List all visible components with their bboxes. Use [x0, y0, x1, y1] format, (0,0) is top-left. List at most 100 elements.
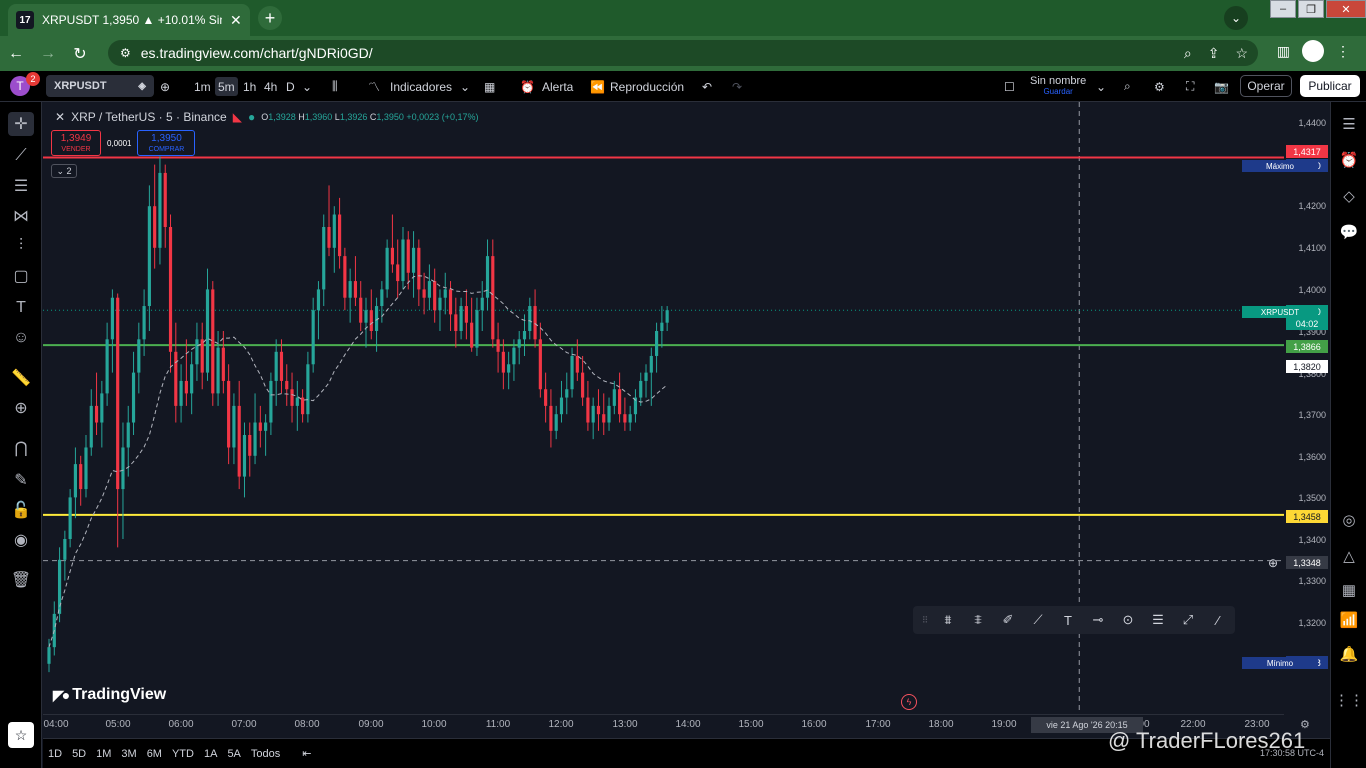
range-button[interactable]: 1M	[91, 748, 116, 760]
lock-icon[interactable]: 🔓	[8, 498, 34, 522]
close-window-icon[interactable]: ✕	[1326, 0, 1366, 18]
chat-icon[interactable]: 💬	[1337, 220, 1361, 244]
replay-icon[interactable]: ⏪	[590, 77, 605, 96]
layers-icon[interactable]: ◇	[1337, 184, 1361, 208]
text-tool-icon[interactable]: T	[8, 296, 34, 320]
symbol-diamond-icon[interactable]: ◈	[138, 81, 146, 92]
lock-drawing-icon[interactable]: ✎	[8, 468, 34, 492]
zoom-in-icon[interactable]: ⊕	[8, 396, 34, 420]
interval-5m[interactable]: 5m	[215, 77, 238, 96]
range-button[interactable]: 1A	[199, 748, 222, 760]
range-button[interactable]: 3M	[116, 748, 141, 760]
interval-1m[interactable]: 1m	[194, 77, 211, 96]
omnibox[interactable]: ⚙ es.tradingview.com/chart/gNDRi0GD/ ⌕ ⇪…	[108, 40, 1258, 66]
share-icon[interactable]: ⇪	[1208, 45, 1220, 62]
settings-gear-icon[interactable]: ⚙	[1154, 77, 1165, 96]
fullscreen-icon[interactable]: ⛶	[1186, 77, 1194, 96]
symbol-search[interactable]: XRPUSDT ◈	[46, 75, 154, 97]
brush-icon[interactable]: ✐	[993, 612, 1023, 628]
short-position-icon[interactable]: ⩨	[963, 612, 993, 628]
candle-type-icon[interactable]: ⫼	[332, 77, 338, 96]
layout-name[interactable]: Sin nombre Guardar	[1030, 75, 1086, 96]
circle-tool-icon[interactable]: ⊙	[1113, 612, 1143, 628]
reload-icon[interactable]: ↻	[64, 44, 96, 64]
ray-icon[interactable]: ⤢	[1173, 612, 1203, 628]
parallel-channel-icon[interactable]: ☰	[1143, 612, 1173, 628]
indicators-button[interactable]: Indicadores	[390, 77, 452, 96]
drag-grip-icon[interactable]: ⠿	[917, 615, 933, 626]
tab-search-chevron-icon[interactable]: ⌄	[1224, 6, 1248, 30]
site-info-icon[interactable]: ⚙	[120, 46, 131, 60]
layout-dropdown-icon[interactable]: ⌄	[1096, 77, 1106, 96]
range-button[interactable]: 6M	[142, 748, 167, 760]
range-button[interactable]: Todos	[246, 748, 285, 760]
apps-grid-icon[interactable]: ⋮⋮	[1334, 688, 1364, 712]
redo-icon[interactable]: ↷	[732, 77, 742, 96]
path-icon[interactable]: ⟋	[1023, 612, 1053, 628]
favorites-star-icon[interactable]: ☆	[8, 722, 34, 748]
buy-button[interactable]: 1,3950 COMPRAR	[137, 130, 196, 156]
goto-date-icon[interactable]: ⇤	[297, 747, 316, 760]
pyramid-icon[interactable]: △	[1337, 544, 1361, 568]
event-bolt-icon[interactable]: ϟ	[901, 694, 917, 710]
browser-menu-icon[interactable]: ⋮	[1336, 43, 1350, 60]
interval-d[interactable]: D	[286, 77, 295, 96]
price-axis[interactable]: 1,44001,43001,42001,41001,40001,39001,38…	[1284, 102, 1330, 738]
time-axis[interactable]: 23:0022:0020:0019:0018:0017:0016:0015:00…	[43, 714, 1284, 736]
interval-1h[interactable]: 1h	[243, 77, 256, 96]
long-position-icon[interactable]: ⩩	[933, 612, 963, 628]
range-button[interactable]: 5D	[67, 748, 91, 760]
layouts-grid-icon[interactable]: ▦	[484, 77, 495, 96]
notifications-bell-icon[interactable]: 🔔	[1337, 642, 1361, 666]
feed-icon[interactable]: 📶	[1337, 608, 1361, 632]
line-icon[interactable]: ⁄	[1203, 613, 1233, 628]
ruler-icon[interactable]: 📏	[8, 366, 34, 390]
fib-retracement-icon[interactable]: ☰	[8, 174, 34, 198]
trade-button[interactable]: Operar	[1240, 75, 1292, 97]
visibility-eye-icon[interactable]: ◉	[8, 528, 34, 552]
browser-tab[interactable]: 17 XRPUSDT 1,3950 ▲ +10.01% Sin ✕	[8, 4, 250, 36]
legend-close-icon[interactable]: ✕	[55, 110, 65, 124]
undo-icon[interactable]: ↶	[702, 77, 712, 96]
range-button[interactable]: 1D	[43, 748, 67, 760]
interval-4h[interactable]: 4h	[264, 77, 277, 96]
crosshair-icon[interactable]: ✛	[8, 112, 34, 136]
alert-icon[interactable]: ⏰	[520, 77, 535, 96]
range-button[interactable]: 5A	[222, 748, 245, 760]
interval-dropdown-icon[interactable]: ⌄	[302, 77, 312, 96]
tab-close-icon[interactable]: ✕	[230, 12, 242, 29]
range-button[interactable]: YTD	[167, 748, 199, 760]
watchlist-icon[interactable]: ☰	[1337, 112, 1361, 136]
replay-button[interactable]: Reproducción	[610, 77, 684, 96]
target-icon[interactable]: ◎	[1337, 508, 1361, 532]
patterns-icon[interactable]: ⋈	[8, 204, 34, 228]
chart-pane[interactable]: ✕ XRP / TetherUS · 5 · Binance ◣ ● O1,39…	[43, 102, 1330, 738]
minimize-icon[interactable]: –	[1270, 0, 1296, 18]
alerts-clock-icon[interactable]: ⏰	[1337, 148, 1361, 172]
sell-button[interactable]: 1,3949 VENDER	[51, 130, 101, 156]
back-arrow-icon[interactable]: ←	[0, 45, 32, 63]
snapshot-camera-icon[interactable]: 📷	[1214, 77, 1229, 96]
trash-icon[interactable]: 🗑	[8, 568, 34, 592]
forward-arrow-icon[interactable]: →	[32, 45, 64, 63]
add-alert-plus-icon[interactable]: ⊕	[1268, 556, 1278, 570]
bookmark-star-icon[interactable]: ☆	[1235, 45, 1248, 62]
horizontal-ray-icon[interactable]: ⊸	[1083, 612, 1113, 628]
maximize-icon[interactable]: ❐	[1298, 0, 1324, 18]
indicators-dropdown-icon[interactable]: ⌄	[460, 77, 470, 96]
shapes-icon[interactable]: ▢	[8, 264, 34, 288]
indicators-collapse-button[interactable]: ⌄ 2	[51, 164, 77, 178]
trend-line-icon[interactable]: ⟋	[8, 144, 34, 168]
indicators-icon[interactable]: 〽	[368, 77, 380, 96]
profile-avatar[interactable]	[1302, 40, 1324, 62]
zoom-icon[interactable]: ⌕	[1184, 45, 1192, 62]
prediction-icon[interactable]: ⫶	[8, 234, 34, 258]
compare-add-icon[interactable]: ⊕	[160, 77, 170, 96]
text-icon[interactable]: T	[1053, 613, 1083, 628]
publish-button[interactable]: Publicar	[1300, 75, 1360, 97]
alert-button[interactable]: Alerta	[542, 77, 573, 96]
calendar-icon[interactable]: ▦	[1337, 578, 1361, 602]
magnet-icon[interactable]: ⋂	[8, 436, 34, 460]
new-tab-button[interactable]: +	[258, 6, 282, 30]
side-panel-icon[interactable]: ▥	[1277, 43, 1290, 60]
